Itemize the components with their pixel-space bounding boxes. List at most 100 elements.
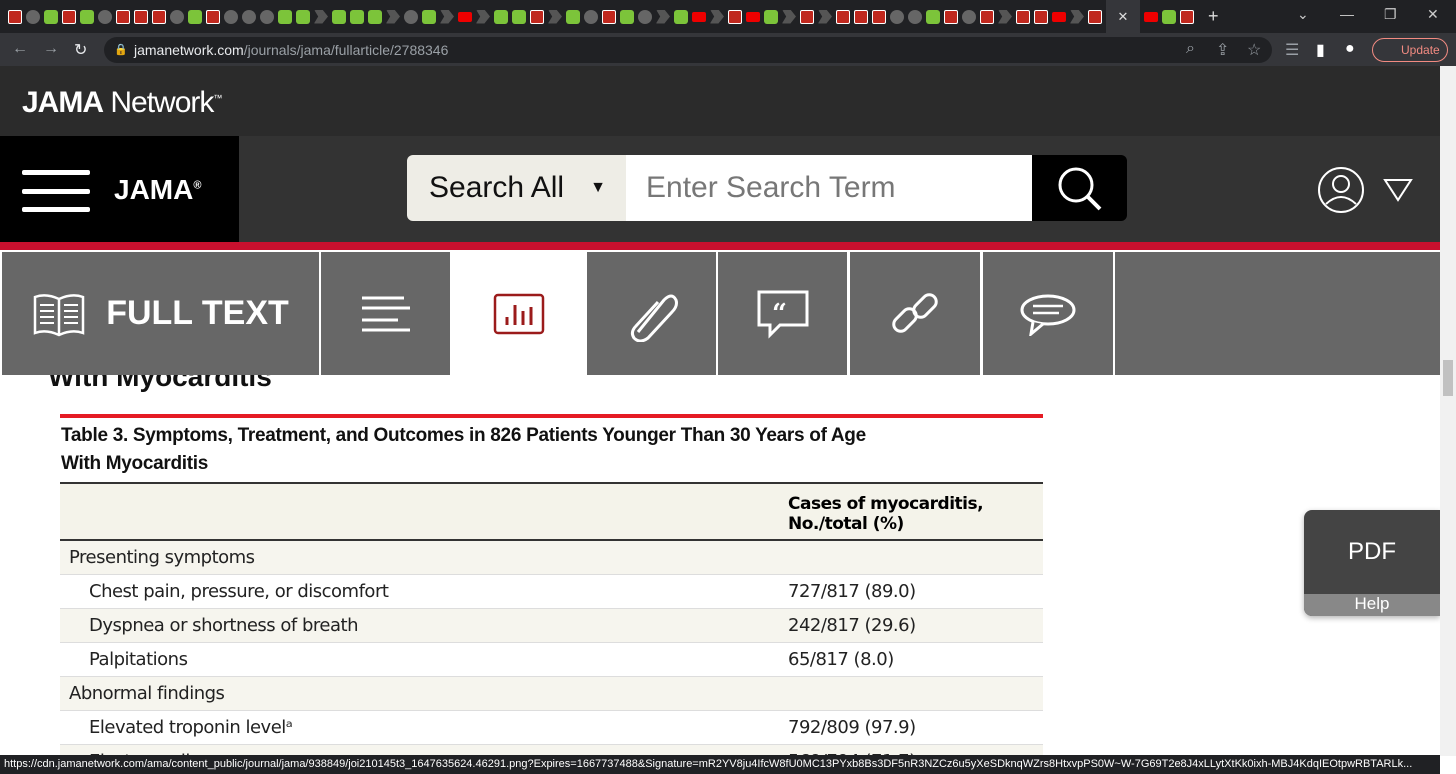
tab-favicon-26[interactable]	[476, 9, 490, 24]
tab-favicon-50[interactable]	[908, 9, 922, 24]
menu-button[interactable]: JAMA®	[0, 136, 239, 242]
tab-figures-tables[interactable]	[452, 252, 585, 375]
tab-favicon-51[interactable]	[926, 9, 940, 24]
maximize-button[interactable]: ❐	[1384, 6, 1397, 23]
tab-comments[interactable]	[983, 252, 1113, 375]
bookmark-star-icon[interactable]: ☆	[1247, 40, 1261, 60]
tab-favicon-35[interactable]	[638, 9, 652, 24]
tab-full-text[interactable]: FULL TEXT	[2, 252, 319, 375]
tab-favicon-60[interactable]	[1088, 9, 1102, 24]
tab-favicon-43[interactable]	[782, 9, 796, 24]
zoom-icon[interactable]: ⌕	[1186, 40, 1195, 58]
tab-favicon-37[interactable]	[674, 9, 688, 24]
tab-favicon-48[interactable]	[872, 9, 886, 24]
tab-favicon-1[interactable]	[26, 9, 40, 24]
tab-favicon-10[interactable]	[188, 9, 202, 24]
tab-favicon-12[interactable]	[224, 9, 238, 24]
tab-favicon-16[interactable]	[296, 9, 310, 24]
back-icon[interactable]: ←	[12, 40, 28, 58]
tab-favicon-30[interactable]	[548, 9, 562, 24]
tab-favicon-31[interactable]	[566, 9, 580, 24]
tab-favicon-52[interactable]	[944, 9, 958, 24]
tab-favicon-5[interactable]	[98, 9, 112, 24]
search-scope-dropdown[interactable]: Search All ▼	[407, 155, 626, 221]
search-input[interactable]	[626, 155, 1032, 221]
update-button[interactable]: Update	[1372, 38, 1448, 62]
tab-favicon-14[interactable]	[260, 9, 274, 24]
help-button[interactable]: Help	[1304, 594, 1440, 616]
pdf-widget[interactable]: PDF Help	[1304, 510, 1440, 616]
minimize-button[interactable]: —	[1340, 6, 1354, 22]
tab-favicon-21[interactable]	[386, 9, 400, 24]
account-dropdown-icon[interactable]	[1383, 178, 1413, 202]
close-tab-icon[interactable]: ✕	[1118, 9, 1129, 25]
tab-favicon-17[interactable]	[314, 9, 328, 24]
tab-favicon-24[interactable]	[440, 9, 454, 24]
new-tab-button[interactable]: +	[1208, 6, 1219, 27]
tab-outline[interactable]	[321, 252, 450, 375]
tab-favicon-33[interactable]	[602, 9, 616, 24]
tab-favicon-42[interactable]	[764, 9, 778, 24]
tab-favicon-4[interactable]	[80, 9, 94, 24]
tab-favicon-25[interactable]	[458, 11, 472, 22]
tab-favicon-20[interactable]	[368, 9, 382, 24]
reading-list-icon[interactable]: ☰	[1285, 40, 1299, 60]
tab-favicon-54[interactable]	[980, 9, 994, 24]
tab-favicon-2[interactable]	[44, 9, 58, 24]
close-window-button[interactable]: ✕	[1427, 6, 1439, 23]
page-scrollbar[interactable]	[1440, 66, 1456, 756]
tab-favicon-34[interactable]	[620, 9, 634, 24]
tab-favicon-8[interactable]	[152, 9, 166, 24]
table-3-image[interactable]: Cases of myocarditis, No./total (%) Prese…	[60, 482, 1043, 755]
tab-favicon-63[interactable]	[1180, 9, 1194, 24]
tab-favicon-0[interactable]	[8, 9, 22, 24]
tab-favicon-36[interactable]	[656, 9, 670, 24]
tab-favicon-32[interactable]	[584, 9, 598, 24]
tab-favicon-40[interactable]	[728, 9, 742, 24]
tab-favicon-7[interactable]	[134, 9, 148, 24]
tab-favicon-59[interactable]	[1070, 9, 1084, 24]
tab-favicon-58[interactable]	[1052, 11, 1066, 22]
tab-favicon-39[interactable]	[710, 9, 724, 24]
tab-search-icon[interactable]: ⌄	[1297, 6, 1309, 23]
tab-cite[interactable]: “	[718, 252, 847, 375]
tab-favicon-27[interactable]	[494, 9, 508, 24]
tab-favicon-44[interactable]	[800, 9, 814, 24]
tab-permissions[interactable]	[850, 252, 980, 375]
tab-favicon-18[interactable]	[332, 9, 346, 24]
share-icon[interactable]: ⇪	[1216, 40, 1229, 60]
tab-favicon-61[interactable]	[1144, 11, 1158, 22]
pdf-button[interactable]: PDF	[1304, 538, 1440, 566]
scrollbar-thumb[interactable]	[1443, 360, 1453, 396]
tab-favicon-47[interactable]	[854, 9, 868, 24]
tab-favicon-6[interactable]	[116, 9, 130, 24]
tab-favicon-23[interactable]	[422, 9, 436, 24]
tab-favicon-13[interactable]	[242, 9, 256, 24]
profile-icon[interactable]: ●	[1345, 40, 1355, 58]
tab-favicon-55[interactable]	[998, 9, 1012, 24]
tab-supplements[interactable]	[587, 252, 716, 375]
tab-favicon-57[interactable]	[1034, 9, 1048, 24]
tab-favicon-19[interactable]	[350, 9, 364, 24]
tab-favicon-46[interactable]	[836, 9, 850, 24]
tab-favicon-9[interactable]	[170, 9, 184, 24]
reload-icon[interactable]: ↻	[74, 40, 87, 60]
tab-favicon-22[interactable]	[404, 9, 418, 24]
forward-icon[interactable]: →	[43, 40, 59, 58]
tab-favicon-3[interactable]	[62, 9, 76, 24]
jama-network-logo[interactable]: JAMA Network™	[0, 66, 1440, 136]
tab-favicon-53[interactable]	[962, 9, 976, 24]
tab-favicon-45[interactable]	[818, 9, 832, 24]
search-button[interactable]	[1032, 155, 1127, 221]
tab-favicon-56[interactable]	[1016, 9, 1030, 24]
user-account-icon[interactable]	[1317, 166, 1365, 214]
tab-favicon-49[interactable]	[890, 9, 904, 24]
tab-favicon-38[interactable]	[692, 11, 706, 22]
tab-favicon-62[interactable]	[1162, 9, 1176, 24]
active-tab[interactable]: ✕	[1106, 0, 1140, 33]
url-input[interactable]: 🔒 jamanetwork.com/journals/jama/fullartic…	[104, 37, 1272, 63]
tab-favicon-29[interactable]	[530, 9, 544, 24]
tab-favicon-41[interactable]	[746, 11, 760, 22]
side-panel-icon[interactable]: ▮	[1316, 40, 1325, 60]
tab-favicon-15[interactable]	[278, 9, 292, 24]
